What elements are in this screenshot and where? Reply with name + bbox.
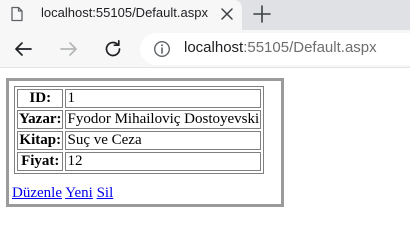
arrow-left-icon[interactable] bbox=[12, 38, 34, 60]
browser-tab[interactable]: localhost:55105/Default.aspx bbox=[0, 0, 242, 30]
field-value: 12 bbox=[65, 152, 262, 171]
details-table: ID: 1 Yazar: Fyodor Mihailoviç Dostoyevs… bbox=[14, 86, 265, 174]
table-row: Kitap: Suç ve Ceza bbox=[17, 131, 262, 150]
table-row: Yazar: Fyodor Mihailoviç Dostoyevski bbox=[17, 110, 262, 129]
command-row: Düzenle Yeni Sil bbox=[12, 185, 113, 202]
tab-title: localhost:55105/Default.aspx bbox=[41, 5, 208, 20]
new-link[interactable]: Yeni bbox=[65, 185, 93, 201]
field-label: Fiyat: bbox=[17, 152, 64, 171]
table-row: ID: 1 bbox=[17, 89, 262, 108]
field-label: Kitap: bbox=[17, 131, 64, 150]
address-bar[interactable]: localhost:55105/Default.aspx bbox=[140, 33, 410, 65]
info-icon[interactable] bbox=[153, 40, 171, 58]
close-icon[interactable] bbox=[218, 5, 236, 23]
browser-toolbar: localhost:55105/Default.aspx bbox=[0, 30, 410, 68]
url-text[interactable]: localhost:55105/Default.aspx bbox=[184, 39, 377, 56]
tab-strip: localhost:55105/Default.aspx bbox=[0, 0, 410, 30]
field-value: 1 bbox=[65, 89, 262, 108]
arrow-right-icon[interactable] bbox=[58, 38, 80, 60]
field-label: ID: bbox=[17, 89, 64, 108]
plus-icon[interactable] bbox=[252, 4, 272, 24]
page-icon bbox=[11, 6, 23, 22]
field-value: Suç ve Ceza bbox=[65, 131, 262, 150]
details-view: ID: 1 Yazar: Fyodor Mihailoviç Dostoyevs… bbox=[6, 78, 284, 207]
field-value: Fyodor Mihailoviç Dostoyevski bbox=[65, 110, 262, 129]
reload-icon[interactable] bbox=[102, 38, 124, 60]
field-label: Yazar: bbox=[17, 110, 64, 129]
table-row: Fiyat: 12 bbox=[17, 152, 262, 171]
url-host: localhost bbox=[184, 39, 244, 56]
edit-link[interactable]: Düzenle bbox=[12, 185, 62, 201]
url-path: :55105/Default.aspx bbox=[243, 39, 377, 56]
delete-link[interactable]: Sil bbox=[97, 185, 114, 201]
